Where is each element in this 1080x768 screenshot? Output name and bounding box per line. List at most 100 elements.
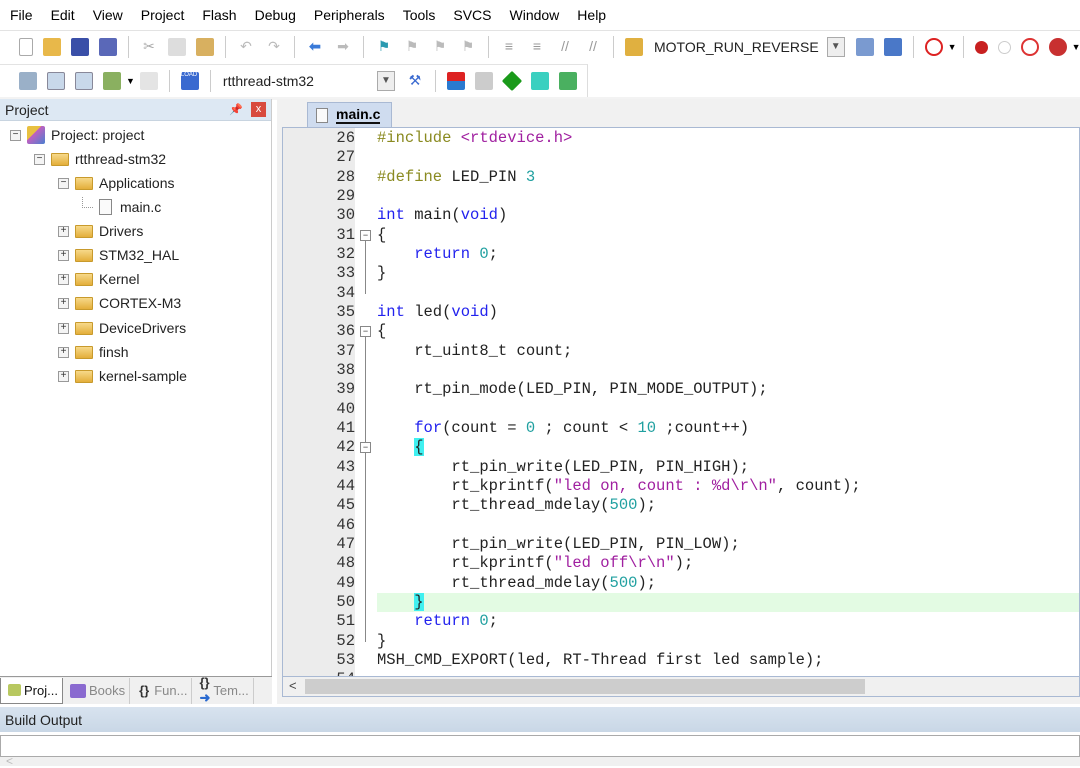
tab-main-c[interactable]: main.c [307, 102, 392, 127]
prev-bookmark-icon[interactable]: ⚑ [403, 38, 421, 56]
horizontal-scrollbar[interactable]: < [282, 677, 1080, 697]
comment-icon[interactable]: // [556, 38, 574, 56]
tree-item[interactable]: + Kernel [58, 268, 139, 290]
tree-item[interactable]: + STM32_HAL [58, 244, 179, 266]
expand-icon[interactable]: + [58, 297, 69, 309]
build-icon[interactable] [47, 72, 65, 90]
incremental-find-icon[interactable] [883, 38, 902, 56]
tree-item[interactable]: + DeviceDrivers [58, 317, 186, 339]
translate-icon[interactable] [19, 72, 37, 90]
expand-icon[interactable]: + [58, 273, 69, 285]
menu-window[interactable]: Window [510, 7, 560, 23]
redo-icon[interactable]: ↷ [265, 38, 283, 56]
code-line[interactable]: rt_thread_mdelay(500); [377, 496, 1079, 515]
menu-peripherals[interactable]: Peripherals [314, 7, 385, 23]
clear-bookmarks-icon[interactable]: ⚑ [459, 38, 477, 56]
code-line[interactable] [377, 148, 1079, 167]
navigate-forward-icon[interactable]: ➡ [334, 38, 352, 56]
menu-help[interactable]: Help [577, 7, 606, 23]
code-line[interactable]: rt_pin_write(LED_PIN, PIN_LOW); [377, 535, 1079, 554]
expand-icon[interactable]: + [58, 249, 69, 261]
target-select[interactable]: MOTOR_RUN_REVERSE ▼ [654, 36, 845, 58]
debug-session-icon[interactable] [924, 38, 943, 56]
select-packs-icon[interactable] [474, 72, 493, 90]
code-line[interactable]: rt_pin_mode(LED_PIN, PIN_MODE_OUTPUT); [377, 380, 1079, 399]
find-in-files-icon[interactable] [625, 38, 643, 56]
tab-project[interactable]: Proj... [0, 677, 63, 704]
code-line[interactable]: rt_uint8_t count; [377, 342, 1079, 361]
build-output-scrollbar[interactable]: < [0, 755, 1080, 767]
menu-edit[interactable]: Edit [51, 7, 75, 23]
code-line[interactable]: int led(void) [377, 303, 1079, 322]
expand-icon[interactable]: + [58, 346, 69, 358]
disabled-breakpoint-icon[interactable] [997, 40, 1011, 54]
tab-books[interactable]: Books [63, 677, 131, 704]
collapse-icon[interactable]: − [10, 129, 21, 141]
code-line[interactable]: rt_kprintf("led on, count : %d\r\n", cou… [377, 477, 1079, 496]
code-line[interactable]: return 0; [377, 612, 1079, 631]
cut-icon[interactable]: ✂ [140, 38, 158, 56]
next-bookmark-icon[interactable]: ⚑ [431, 38, 449, 56]
collapse-icon[interactable]: − [58, 177, 69, 189]
indent-icon[interactable]: ≡ [500, 38, 518, 56]
open-folder-icon[interactable] [43, 38, 61, 56]
unindent-icon[interactable]: ≡ [528, 38, 546, 56]
code-line[interactable]: rt_pin_write(LED_PIN, PIN_HIGH); [377, 458, 1079, 477]
find-icon[interactable] [855, 38, 874, 56]
menu-view[interactable]: View [93, 7, 123, 23]
code-line[interactable]: rt_thread_mdelay(500); [377, 574, 1079, 593]
tree-item[interactable]: + finsh [58, 341, 129, 363]
bookmark-icon[interactable]: ⚑ [375, 38, 393, 56]
pack-installer-icon[interactable] [558, 72, 577, 90]
copy-icon[interactable] [168, 38, 186, 56]
close-icon[interactable]: x [251, 102, 266, 117]
tree-item[interactable]: + CORTEX-M3 [58, 292, 181, 314]
event-recorder-icon[interactable] [530, 72, 549, 90]
chevron-down-icon[interactable]: ▼ [948, 42, 957, 52]
tree-item[interactable]: + Drivers [58, 220, 143, 242]
code-line[interactable] [377, 670, 1079, 676]
load-icon[interactable]: LOAD [180, 72, 199, 90]
save-icon[interactable] [71, 38, 89, 56]
expand-icon[interactable]: + [58, 370, 69, 382]
tree-item[interactable]: + kernel-sample [58, 365, 187, 387]
paste-icon[interactable] [196, 38, 214, 56]
code-line[interactable] [377, 361, 1079, 380]
code-line[interactable] [377, 516, 1079, 535]
menu-flash[interactable]: Flash [202, 7, 236, 23]
chevron-down-icon[interactable]: ▼ [376, 71, 395, 91]
scrollbar-thumb[interactable] [305, 679, 865, 694]
tree-item[interactable]: main.c [82, 196, 161, 218]
new-file-icon[interactable] [19, 38, 33, 56]
undo-icon[interactable]: ↶ [237, 38, 255, 56]
code-line[interactable]: MSH_CMD_EXPORT(led, RT-Thread first led … [377, 651, 1079, 670]
code-line[interactable] [377, 400, 1079, 419]
tab-functions[interactable]: {} Fun... [130, 677, 193, 704]
menu-debug[interactable]: Debug [255, 7, 296, 23]
code-line[interactable]: { [377, 226, 1079, 245]
code-line[interactable]: } [377, 632, 1079, 651]
expand-icon[interactable]: + [58, 322, 69, 334]
collapse-icon[interactable]: − [34, 153, 45, 165]
code-line[interactable]: #include <rtdevice.h> [377, 129, 1079, 148]
project-target-select[interactable]: rtthread-stm32 ▼ [223, 70, 395, 92]
fold-toggle-icon[interactable]: − [360, 326, 371, 338]
code-line[interactable] [377, 187, 1079, 206]
build-output-text[interactable] [0, 735, 1080, 757]
expand-icon[interactable]: + [58, 225, 69, 237]
chevron-down-icon[interactable]: ▼ [126, 76, 135, 86]
code-line[interactable]: } [377, 264, 1079, 283]
menu-tools[interactable]: Tools [403, 7, 436, 23]
menu-file[interactable]: File [10, 7, 33, 23]
disable-all-breakpoints-icon[interactable] [1020, 38, 1039, 56]
breakpoint-icon[interactable] [974, 40, 988, 54]
rebuild-icon[interactable] [75, 72, 93, 90]
code-line[interactable]: rt_kprintf("led off\r\n"); [377, 554, 1079, 573]
kill-all-breakpoints-icon[interactable] [1048, 38, 1067, 56]
tree-item[interactable]: − rtthread-stm32 [34, 148, 166, 170]
stop-build-icon[interactable] [139, 72, 158, 90]
fold-toggle-icon[interactable]: − [360, 442, 371, 454]
batch-build-icon[interactable] [103, 72, 121, 90]
scroll-left-icon[interactable]: < [289, 678, 297, 693]
manage-rte-icon[interactable] [501, 70, 523, 92]
